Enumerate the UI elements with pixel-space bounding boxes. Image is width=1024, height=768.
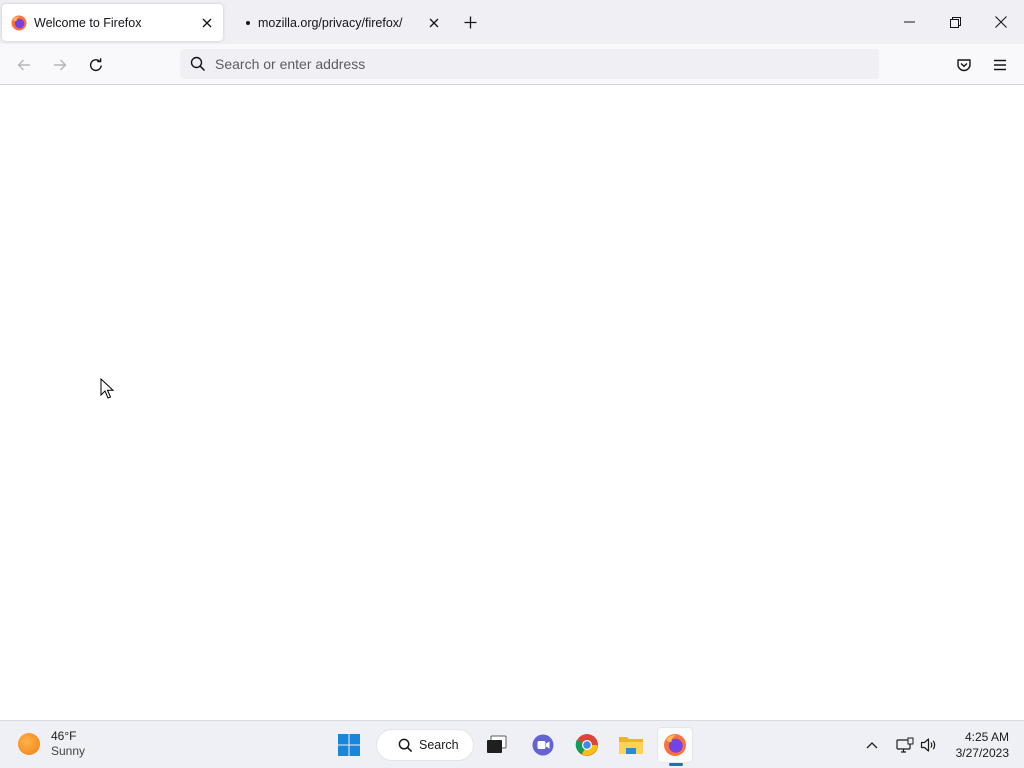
plus-icon bbox=[464, 16, 476, 28]
address-input[interactable] bbox=[215, 56, 879, 72]
task-view-icon bbox=[487, 735, 507, 753]
chrome-button[interactable] bbox=[569, 727, 605, 763]
navigation-toolbar bbox=[0, 44, 1024, 85]
firefox-taskbar-button[interactable] bbox=[657, 727, 693, 763]
search-icon bbox=[398, 738, 413, 752]
taskbar-search-button[interactable]: Search bbox=[376, 729, 474, 761]
pocket-button[interactable] bbox=[949, 50, 979, 80]
clock-date: 3/27/2023 bbox=[955, 746, 1009, 760]
weather-temperature: 46°F bbox=[51, 729, 77, 743]
reload-button[interactable] bbox=[81, 50, 111, 80]
teams-chat-button[interactable] bbox=[525, 727, 561, 763]
firefox-logo-icon bbox=[664, 734, 686, 756]
close-tab-icon[interactable] bbox=[422, 11, 446, 35]
tab-mozilla-privacy[interactable]: mozilla.org/privacy/firefox/ bbox=[235, 4, 450, 41]
show-hidden-icons-button[interactable] bbox=[862, 733, 882, 757]
arrow-right-icon bbox=[54, 59, 67, 71]
address-bar[interactable] bbox=[180, 49, 879, 79]
tab-welcome-to-firefox[interactable]: Welcome to Firefox bbox=[2, 4, 223, 41]
tab-dot-icon bbox=[246, 20, 250, 25]
chat-icon bbox=[532, 734, 554, 756]
firefox-logo-icon bbox=[11, 15, 27, 31]
close-tab-icon[interactable] bbox=[195, 11, 219, 35]
app-menu-button[interactable] bbox=[985, 50, 1015, 80]
chevron-up-icon bbox=[866, 742, 878, 749]
forward-button[interactable] bbox=[45, 50, 75, 80]
minimize-button[interactable] bbox=[886, 0, 932, 44]
tab-title: Welcome to Firefox bbox=[34, 15, 142, 30]
weather-condition: Sunny bbox=[51, 744, 86, 758]
network-status[interactable] bbox=[894, 733, 916, 757]
clock[interactable]: 4:25 AM 3/27/2023 bbox=[956, 729, 1009, 761]
windows-logo-icon bbox=[338, 734, 360, 756]
pocket-icon bbox=[957, 59, 971, 72]
close-window-button[interactable] bbox=[978, 0, 1024, 44]
search-icon bbox=[189, 55, 207, 73]
start-button[interactable] bbox=[331, 727, 367, 763]
taskbar-search-label: Search bbox=[419, 738, 459, 752]
sun-icon bbox=[18, 733, 40, 755]
page-content bbox=[0, 85, 1024, 720]
tab-strip: Welcome to Firefox mozilla.org/privacy/f… bbox=[0, 0, 1024, 44]
taskbar: 46°F Sunny Search 4:25 AM 3/27/2023 bbox=[0, 720, 1024, 768]
minimize-icon bbox=[903, 21, 915, 23]
tab-title: mozilla.org/privacy/firefox/ bbox=[258, 15, 403, 30]
arrow-left-icon bbox=[17, 59, 30, 71]
speaker-icon bbox=[920, 738, 936, 752]
active-app-indicator bbox=[669, 763, 683, 766]
chrome-icon bbox=[575, 734, 598, 756]
restore-button[interactable] bbox=[932, 0, 978, 44]
back-button[interactable] bbox=[9, 50, 39, 80]
mouse-cursor-icon bbox=[100, 378, 114, 399]
clock-time: 4:25 AM bbox=[964, 730, 1009, 744]
volume-control[interactable] bbox=[918, 733, 940, 757]
file-explorer-button[interactable] bbox=[613, 727, 649, 763]
network-icon bbox=[896, 737, 914, 753]
new-tab-button[interactable] bbox=[458, 10, 482, 34]
weather-widget[interactable]: 46°F Sunny bbox=[18, 729, 85, 759]
folder-icon bbox=[619, 737, 643, 754]
close-icon bbox=[995, 16, 1007, 28]
hamburger-menu-icon bbox=[994, 59, 1006, 71]
task-view-button[interactable] bbox=[479, 727, 515, 763]
restore-icon bbox=[949, 16, 961, 28]
reload-icon bbox=[89, 58, 102, 72]
